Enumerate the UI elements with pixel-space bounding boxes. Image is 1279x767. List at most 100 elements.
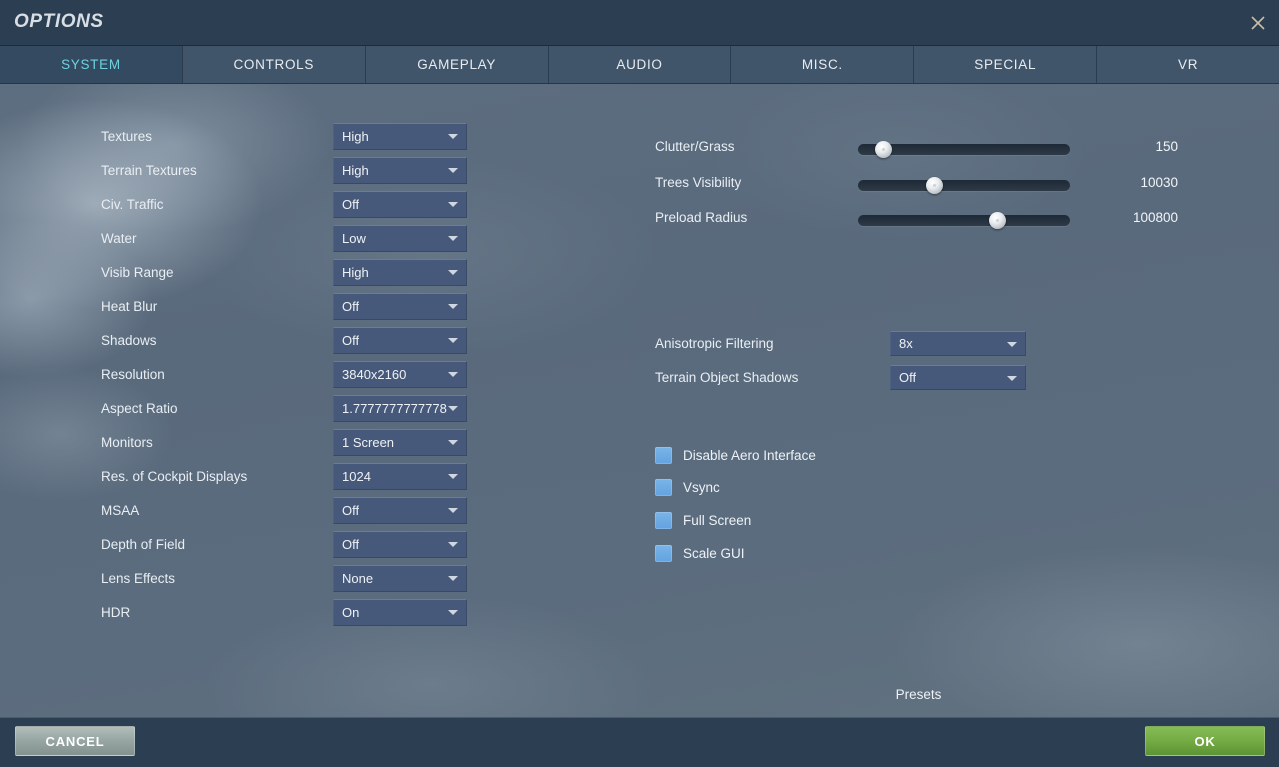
dropdown-value: 1024	[342, 468, 371, 484]
tab-vr[interactable]: VR	[1097, 46, 1279, 83]
dropdown-value: 1.7777777777778	[342, 400, 447, 416]
tab-special[interactable]: SPECIAL	[914, 46, 1098, 83]
chevron-down-icon	[448, 610, 458, 615]
chevron-down-icon	[448, 576, 458, 581]
chevron-down-icon	[448, 236, 458, 241]
dropdown-heat-blur[interactable]: Off	[333, 292, 467, 320]
chevron-down-icon	[448, 474, 458, 479]
chevron-down-icon	[448, 508, 458, 513]
setting-row: Terrain Object Shadows Off	[0, 365, 1279, 395]
setting-label: Anisotropic Filtering	[655, 336, 774, 351]
checkbox-icon[interactable]	[655, 446, 672, 464]
setting-label: Monitors	[101, 434, 153, 450]
setting-row: MSAA Off	[0, 493, 640, 527]
setting-row: Depth of Field Off	[0, 527, 640, 561]
slider-clutter-grass[interactable]	[858, 141, 1070, 158]
setting-row: HDR On	[0, 595, 640, 629]
tab-audio[interactable]: AUDIO	[548, 46, 732, 83]
slider-value: 150	[1155, 139, 1178, 154]
tab-bar: SYSTEM CONTROLS GAMEPLAY AUDIO MISC. SPECIAL V…	[0, 46, 1279, 84]
setting-row: Lens Effects None	[0, 561, 640, 595]
page-title: OPTIONS	[14, 11, 104, 32]
slider-preload-radius[interactable]	[858, 212, 1070, 229]
setting-label: Terrain Object Shadows	[655, 370, 799, 385]
checkbox-label: Disable Aero Interface	[683, 447, 816, 463]
slider-label: Preload Radius	[655, 210, 748, 225]
setting-row: Aspect Ratio 1.7777777777778	[0, 391, 640, 425]
dropdown-value: 8x	[899, 336, 913, 351]
checkbox-full-screen[interactable]: Full Screen	[655, 510, 751, 532]
setting-row: Visib Range High	[0, 255, 640, 289]
close-icon[interactable]	[1245, 10, 1271, 36]
dropdown-monitors[interactable]: 1 Screen	[333, 428, 467, 456]
slider-label: Clutter/Grass	[655, 139, 735, 154]
settings-panel: Textures High Terrain Textures High Civ. Tra…	[0, 84, 1279, 717]
tab-system[interactable]: SYSTEM	[0, 46, 183, 83]
options-dialog: OPTIONS SYSTEM CONTROLS GAMEPLAY AUDIO MISC.…	[0, 0, 1279, 767]
dropdown-value: Off	[342, 536, 360, 552]
dropdown-hdr[interactable]: On	[333, 598, 467, 626]
chevron-down-icon	[1007, 341, 1017, 347]
dropdown-value: 1 Screen	[342, 434, 395, 450]
dropdown-msaa[interactable]: Off	[333, 496, 467, 524]
dropdown-res-of-cockpit-displays[interactable]: 1024	[333, 462, 467, 490]
checkbox-vsync[interactable]: Vsync	[655, 477, 720, 499]
dropdown-visib-range[interactable]: High	[333, 258, 467, 286]
dropdown-value: High	[342, 264, 369, 280]
setting-row: Anisotropic Filtering 8x	[0, 331, 1279, 361]
title-bar: OPTIONS	[0, 0, 1279, 46]
slider-value: 10030	[1140, 174, 1178, 190]
dropdown-depth-of-field[interactable]: Off	[333, 530, 467, 558]
checkbox-label: Scale GUI	[683, 545, 745, 561]
checkbox-icon[interactable]	[655, 479, 672, 497]
dropdown-aspect-ratio[interactable]: 1.7777777777778	[333, 394, 467, 422]
slider-knob[interactable]	[989, 212, 1007, 229]
checkbox-icon[interactable]	[655, 512, 672, 530]
setting-row: Res. of Cockpit Displays 1024	[0, 459, 640, 493]
chevron-down-icon	[1007, 375, 1017, 381]
chevron-down-icon	[448, 542, 458, 547]
slider-row: Clutter/Grass 150	[0, 133, 1279, 163]
setting-label: Visib Range	[101, 264, 174, 280]
dropdown-terrain-object-shadows[interactable]: Off	[890, 365, 1026, 390]
slider-trees-visibility[interactable]	[858, 176, 1070, 194]
chevron-down-icon	[448, 304, 458, 309]
checkbox-scale-gui[interactable]: Scale GUI	[655, 542, 745, 564]
slider-row: Trees Visibility 10030	[0, 169, 1279, 199]
slider-knob[interactable]	[925, 176, 943, 194]
dropdown-value: Off	[899, 370, 917, 385]
dropdown-value: On	[342, 604, 360, 620]
ok-button[interactable]: OK	[1145, 726, 1265, 756]
setting-label: HDR	[101, 604, 131, 620]
chevron-down-icon	[448, 440, 458, 445]
slider-knob[interactable]	[874, 141, 892, 158]
setting-label: Lens Effects	[101, 570, 176, 586]
setting-row: Monitors 1 Screen	[0, 425, 640, 459]
setting-label: Res. of Cockpit Displays	[101, 468, 248, 484]
setting-label: Aspect Ratio	[101, 400, 178, 416]
chevron-down-icon	[448, 406, 458, 411]
tab-gameplay[interactable]: GAMEPLAY	[365, 46, 549, 83]
setting-label: Heat Blur	[101, 298, 158, 314]
dropdown-lens-effects[interactable]: None	[333, 564, 467, 592]
slider-label: Trees Visibility	[655, 174, 742, 190]
dropdown-anisotropic-filtering[interactable]: 8x	[890, 331, 1026, 356]
checkbox-label: Vsync	[683, 480, 720, 496]
dropdown-value: Off	[342, 298, 360, 314]
checkbox-icon[interactable]	[655, 544, 672, 562]
tab-misc[interactable]: MISC.	[731, 46, 915, 83]
checkbox-disable-aero-interface[interactable]: Disable Aero Interface	[655, 444, 816, 466]
setting-label: Depth of Field	[101, 536, 186, 552]
footer-bar	[0, 717, 1279, 767]
dropdown-value: None	[342, 570, 374, 586]
presets-title: Presets	[895, 687, 942, 702]
chevron-down-icon	[448, 270, 458, 275]
setting-row: Heat Blur Off	[0, 289, 640, 323]
checkbox-label: Full Screen	[683, 513, 752, 529]
slider-row: Preload Radius 100800	[0, 204, 1279, 234]
slider-value: 100800	[1132, 210, 1178, 225]
dropdown-value: Off	[342, 502, 360, 518]
tab-controls[interactable]: CONTROLS	[182, 46, 366, 83]
setting-label: MSAA	[101, 502, 140, 518]
cancel-button[interactable]: CANCEL	[15, 726, 135, 756]
